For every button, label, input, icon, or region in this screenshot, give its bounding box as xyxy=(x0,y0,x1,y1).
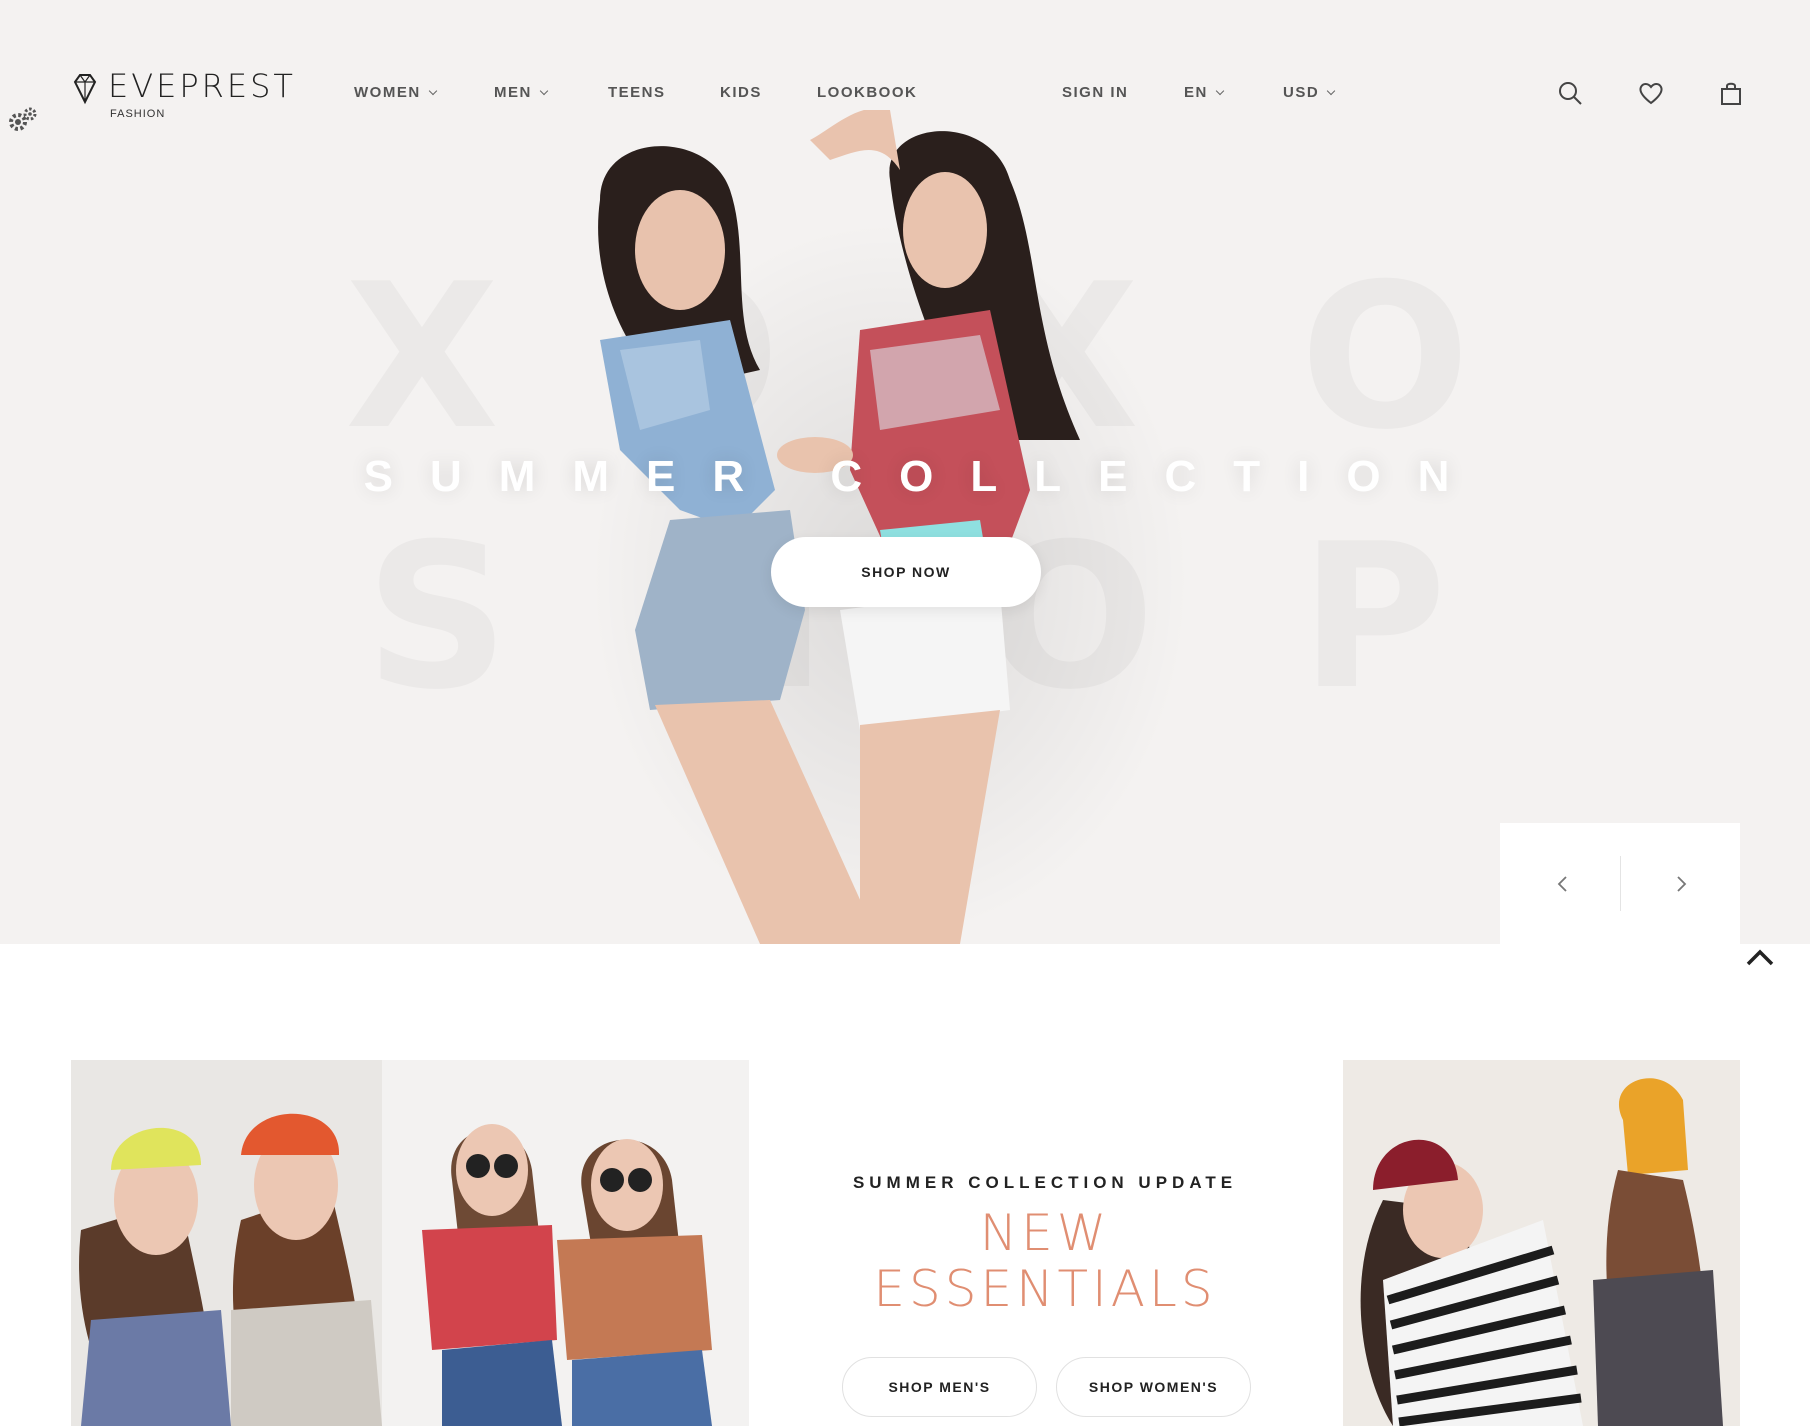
nav-item-label: LOOKBOOK xyxy=(817,84,918,101)
shop-womens-button[interactable]: SHOP WOMEN'S xyxy=(1056,1357,1251,1417)
chevron-down-icon xyxy=(539,86,549,96)
heart-icon[interactable] xyxy=(1638,80,1664,106)
sign-in-link[interactable]: SIGN IN xyxy=(1062,84,1128,102)
promo-title-line: NEW xyxy=(979,1204,1111,1262)
chevron-down-icon xyxy=(1326,86,1336,96)
brand-name: EVEPREST xyxy=(108,67,296,105)
gear-icon[interactable] xyxy=(6,104,38,136)
nav-item-women[interactable]: WOMEN xyxy=(354,84,437,102)
brand-logo[interactable]: EVEPREST FASHION xyxy=(70,70,310,126)
promo-subtitle: SUMMER COLLECTION UPDATE xyxy=(852,1173,1238,1192)
currency-selector[interactable]: USD xyxy=(1283,84,1336,102)
hero-bg-letter: O xyxy=(1300,241,1471,474)
site-header: EVEPREST FASHION WOMEN MEN TEENS KIDS LO… xyxy=(0,0,1810,190)
chevron-down-icon xyxy=(428,86,437,96)
promo-image-sunglasses-art xyxy=(382,1060,749,1426)
slider-divider xyxy=(1620,856,1621,911)
diamond-logo-icon xyxy=(73,74,97,105)
nav-item-kids[interactable]: KIDS xyxy=(720,84,762,102)
hero-slider: X O X O S H O P xyxy=(0,0,1810,944)
hero-bg-letter: S xyxy=(365,501,510,734)
shop-mens-button[interactable]: SHOP MEN'S xyxy=(842,1357,1037,1417)
promo-title-line: ESSENTIALS xyxy=(873,1260,1217,1318)
nav-item-teens[interactable]: TEENS xyxy=(608,84,666,102)
promo-image-beanies[interactable] xyxy=(71,1060,382,1426)
back-to-top-icon[interactable] xyxy=(1744,944,1776,970)
shopping-bag-icon[interactable] xyxy=(1718,80,1744,106)
language-selector[interactable]: EN xyxy=(1184,84,1225,102)
promo-image-hats[interactable] xyxy=(1343,1060,1740,1426)
currency-value: USD xyxy=(1283,84,1320,101)
hero-models-image xyxy=(590,110,1190,944)
search-icon[interactable] xyxy=(1557,80,1583,106)
language-value: EN xyxy=(1184,84,1208,101)
nav-item-label: KIDS xyxy=(720,84,762,101)
nav-item-label: WOMEN xyxy=(354,84,421,101)
promo-title: NEW ESSENTIALS xyxy=(830,1205,1260,1317)
brand-tagline: FASHION xyxy=(110,108,166,120)
nav-item-lookbook[interactable]: LOOKBOOK xyxy=(817,84,917,102)
hero-bg-letter: P xyxy=(1300,501,1447,734)
slider-controls xyxy=(1500,823,1740,944)
nav-item-label: MEN xyxy=(494,84,532,101)
nav-item-men[interactable]: MEN xyxy=(494,84,549,102)
chevron-down-icon xyxy=(1215,86,1225,96)
chevron-left-icon[interactable] xyxy=(1550,871,1576,897)
promo-image-beanies-art xyxy=(71,1060,382,1426)
promo-image-hats-art xyxy=(1343,1060,1740,1426)
hero-bg-letter: X xyxy=(345,241,500,474)
nav-item-label: TEENS xyxy=(608,84,666,101)
chevron-right-icon[interactable] xyxy=(1668,871,1694,897)
shop-now-button[interactable]: SHOP NOW xyxy=(771,537,1041,607)
hero-headline: SUMMER COLLECTION xyxy=(363,452,1487,501)
promo-image-sunglasses[interactable] xyxy=(382,1060,749,1426)
